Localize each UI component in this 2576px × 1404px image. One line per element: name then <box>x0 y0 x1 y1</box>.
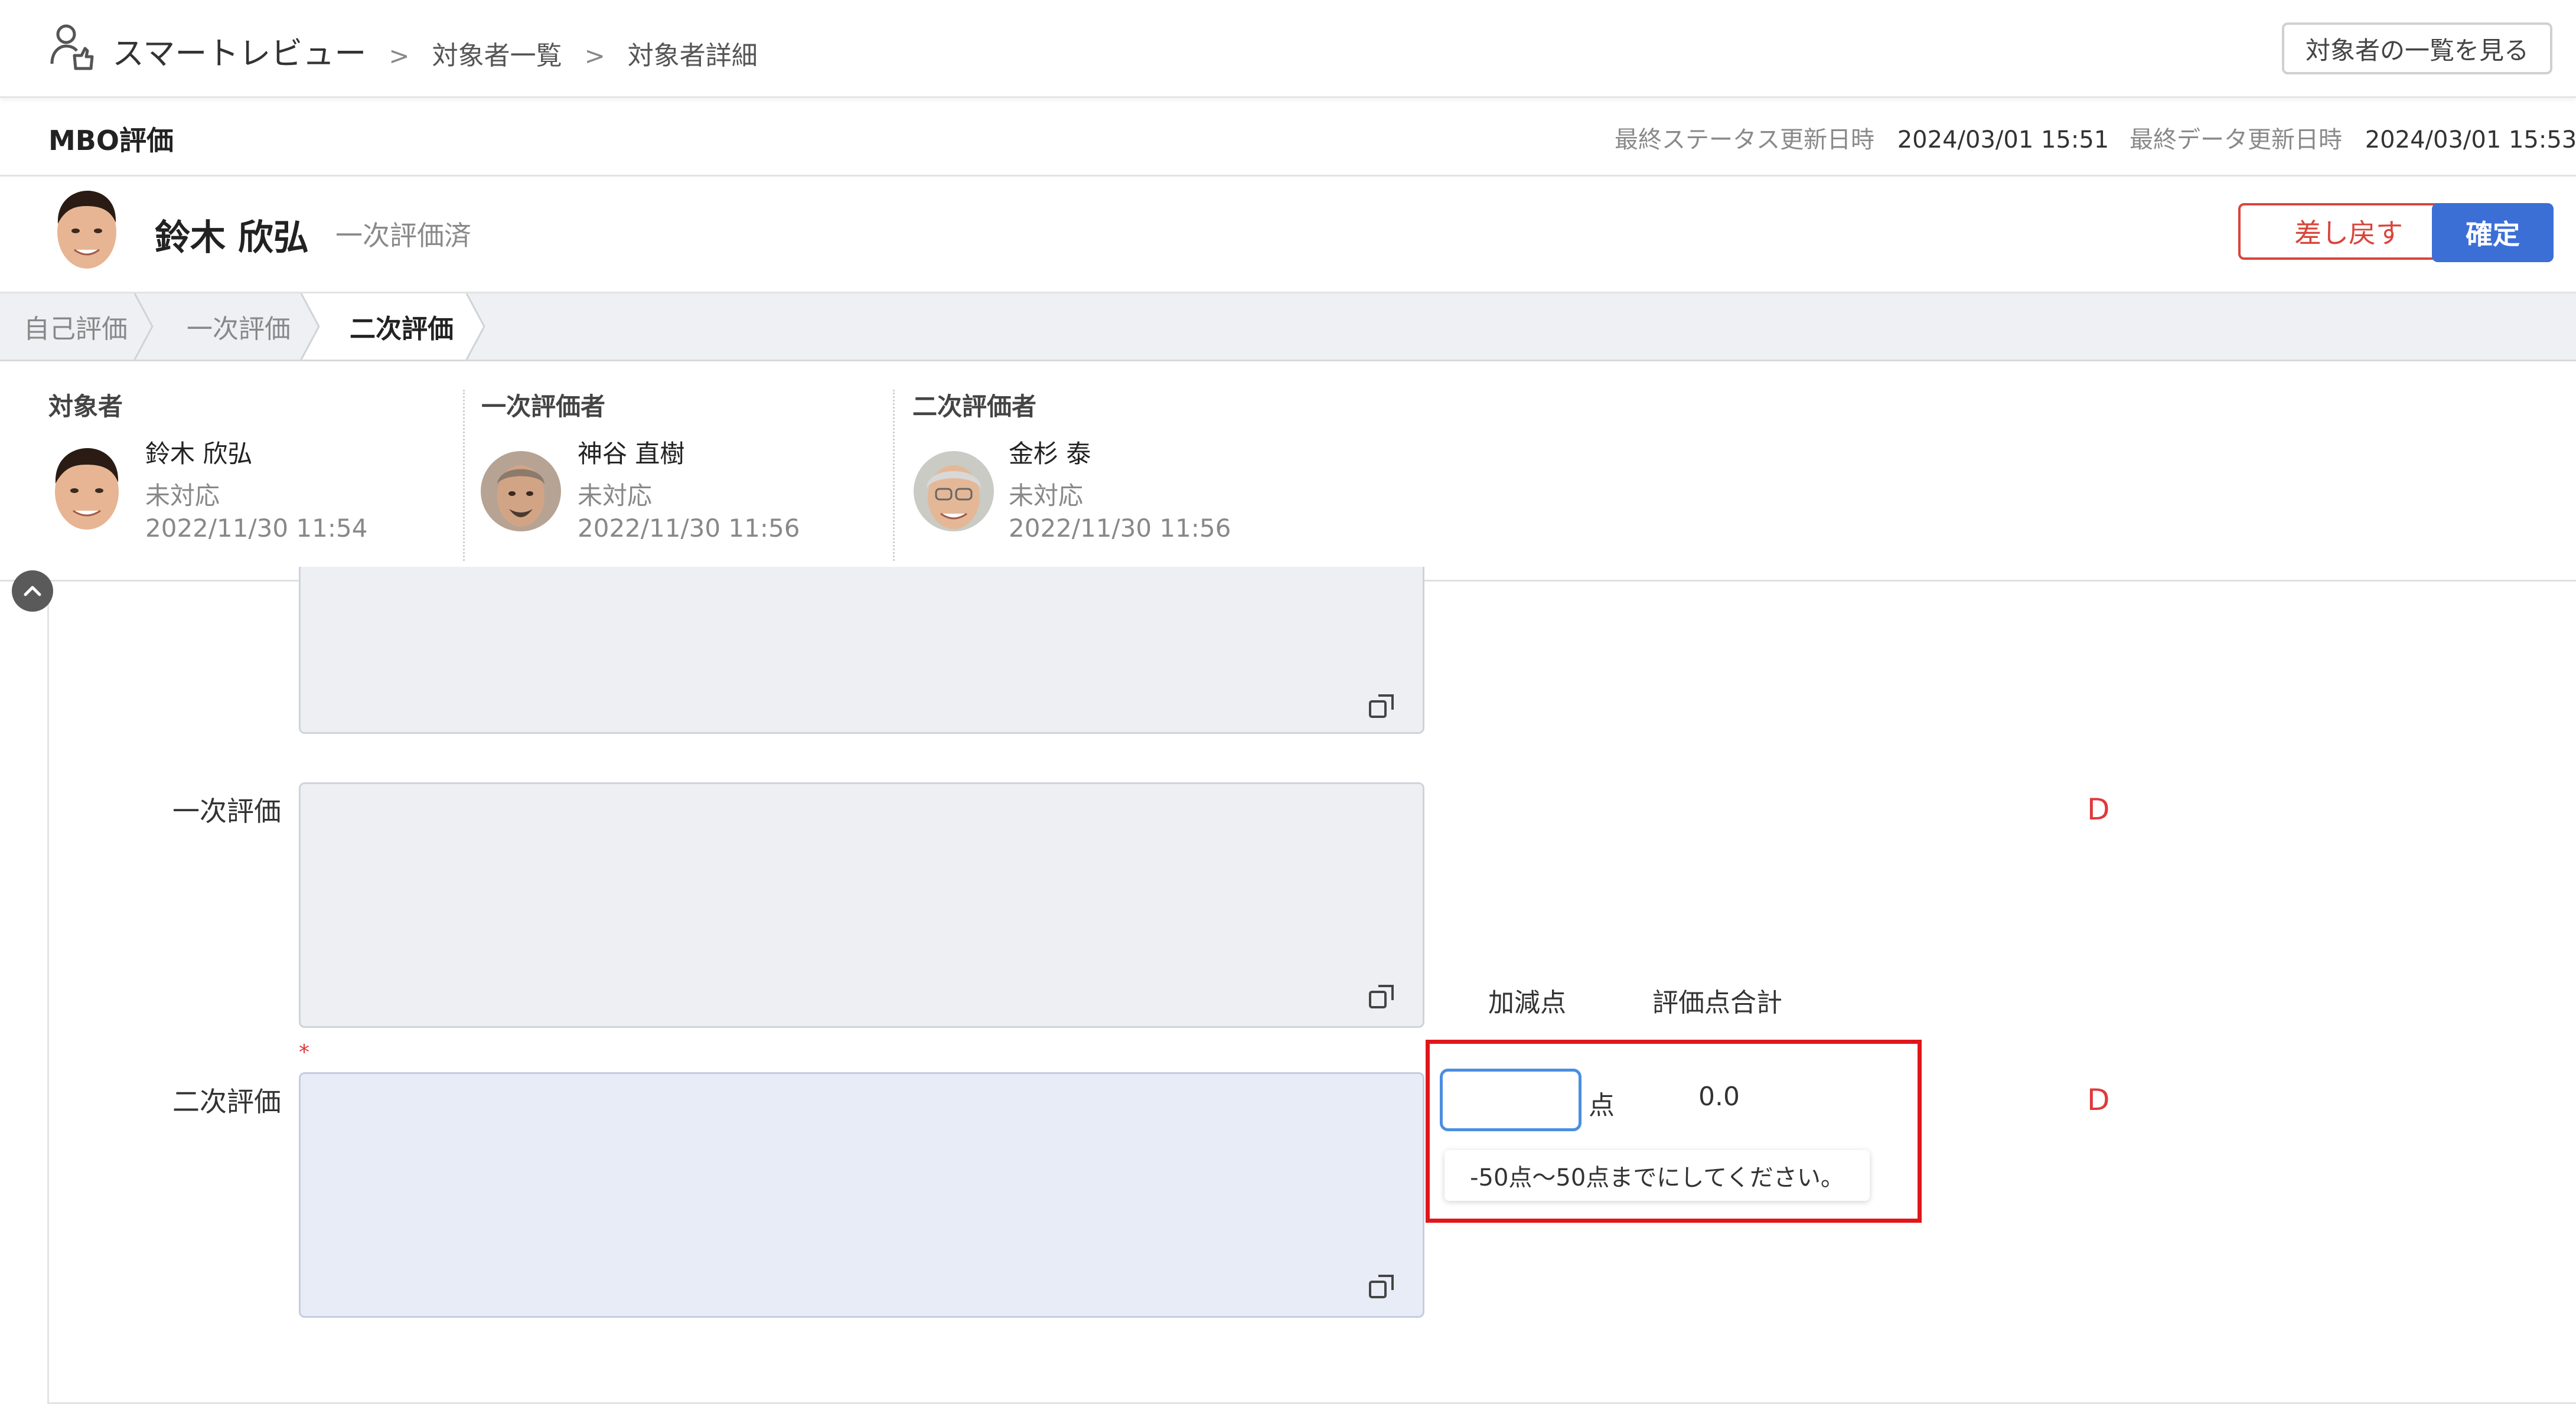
step-first-review[interactable]: 一次評価 <box>187 293 291 360</box>
first-review-grade: D <box>2087 792 2110 827</box>
second-review-textarea[interactable] <box>299 1072 1424 1318</box>
divider <box>463 390 465 561</box>
avatar <box>914 451 994 531</box>
evaluator-date: 2022/11/30 11:54 <box>145 514 368 543</box>
evaluator-role-target: 対象者 <box>48 392 123 421</box>
step-self-review[interactable]: 自己評価 <box>24 293 128 360</box>
divider <box>893 390 895 561</box>
evaluator-status: 未対応 <box>578 481 653 510</box>
second-review-label: 二次評価 <box>172 1086 281 1118</box>
evaluator-role-second: 二次評価者 <box>912 392 1037 421</box>
page-title: MBO評価 <box>48 125 174 156</box>
avatar <box>55 448 119 530</box>
app-logo-icon <box>50 24 94 70</box>
adjust-points-header: 加減点 <box>1488 988 1566 1018</box>
evaluator-date: 2022/11/30 11:56 <box>1009 514 1231 543</box>
highlight-box <box>1426 1040 1922 1223</box>
avatar <box>57 191 116 269</box>
expand-icon[interactable] <box>1368 982 1396 1011</box>
breadcrumb-separator: > <box>389 41 410 70</box>
total-score-header: 評価点合計 <box>1652 988 1782 1018</box>
first-review-textarea[interactable] <box>299 782 1424 1028</box>
expand-icon[interactable] <box>1368 1272 1396 1301</box>
data-updated-label: 最終データ更新日時 <box>2130 126 2342 154</box>
evaluator-role-first: 一次評価者 <box>481 392 606 421</box>
confirm-button[interactable]: 確定 <box>2432 203 2554 262</box>
first-review-label: 一次評価 <box>172 795 281 827</box>
evaluator-status: 未対応 <box>1009 481 1084 510</box>
person-header: 鈴木 欣弘 一次評価済 差し戻す 確定 <box>0 177 2576 293</box>
breadcrumb-app-link[interactable]: スマートレビュー <box>112 35 366 72</box>
collapse-button[interactable] <box>12 570 53 612</box>
status-updated-label: 最終ステータス更新日時 <box>1615 126 1874 154</box>
evaluator-name: 金杉 泰 <box>1009 439 1091 468</box>
breadcrumb-item-detail: 対象者詳細 <box>627 41 758 71</box>
step-second-review[interactable]: 二次評価 <box>350 293 454 360</box>
avatar <box>481 451 561 531</box>
expand-icon[interactable] <box>1368 692 1396 720</box>
view-list-button[interactable]: 対象者の一覧を見る <box>2282 22 2552 74</box>
person-name: 鈴木 欣弘 <box>155 217 309 259</box>
evaluator-name: 神谷 直樹 <box>578 439 685 468</box>
data-updated: 最終データ更新日時 2024/03/01 15:53 <box>2130 120 2576 155</box>
breadcrumb-item-list[interactable]: 対象者一覧 <box>432 41 562 71</box>
status-updated-value: 2024/03/01 15:51 <box>1897 126 2109 154</box>
evaluator-date: 2022/11/30 11:56 <box>578 514 800 543</box>
step-bar: 自己評価 一次評価 二次評価 <box>0 293 2576 361</box>
second-review-grade: D <box>2087 1083 2110 1117</box>
breadcrumb: スマートレビュー > 対象者一覧 > 対象者詳細 <box>112 27 758 74</box>
evaluator-status: 未対応 <box>145 481 220 510</box>
breadcrumb-separator: > <box>584 41 605 70</box>
mbo-bar: MBO評価 最終ステータス更新日時 2024/03/01 15:51 最終データ… <box>0 98 2576 177</box>
required-mark: * <box>299 1040 309 1065</box>
return-button[interactable]: 差し戻す <box>2238 203 2459 260</box>
chevron-up-icon <box>24 586 41 596</box>
status-updated: 最終ステータス更新日時 2024/03/01 15:51 <box>1615 120 2109 155</box>
evaluator-name: 鈴木 欣弘 <box>145 439 253 468</box>
top-bar: スマートレビュー > 対象者一覧 > 対象者詳細 対象者の一覧を見る <box>0 0 2576 98</box>
data-updated-value: 2024/03/01 15:53 <box>2365 126 2576 154</box>
person-status: 一次評価済 <box>335 220 471 252</box>
self-review-textarea[interactable] <box>299 567 1424 734</box>
